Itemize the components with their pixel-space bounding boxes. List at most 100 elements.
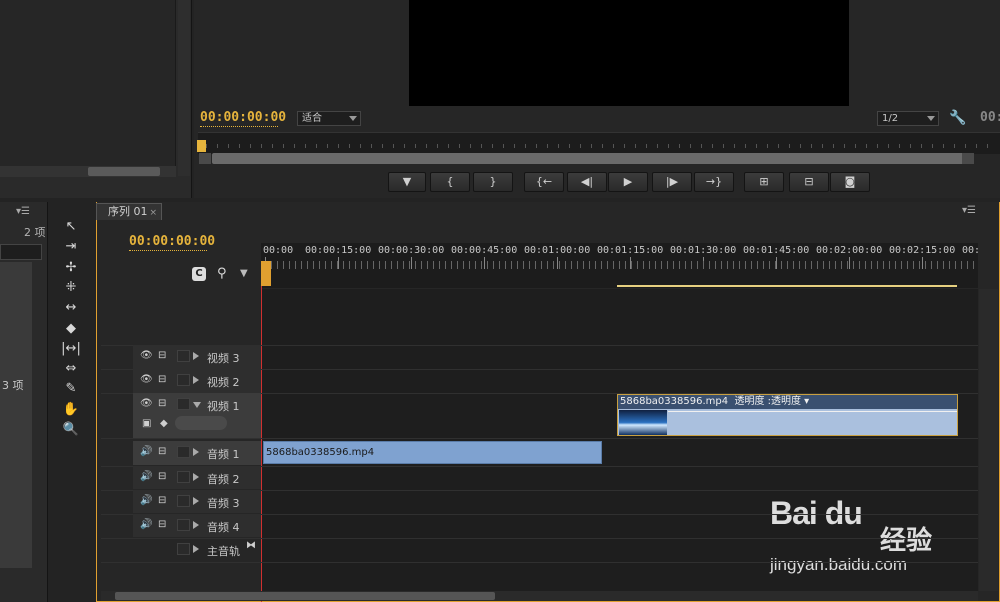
track-lock-toggle[interactable] xyxy=(177,374,190,386)
track-lock-toggle[interactable] xyxy=(177,398,190,410)
transport-mark-out-button[interactable]: } xyxy=(473,172,513,192)
slide-tool-icon: ⇔ xyxy=(65,361,77,377)
transport-go-to-in-button[interactable]: {← xyxy=(524,172,564,192)
eye-icon[interactable]: 👁 xyxy=(140,374,153,385)
sequence-timecode[interactable]: 00:00:00:00 xyxy=(129,234,215,249)
track-lock-toggle[interactable] xyxy=(177,446,190,458)
slide[interactable]: ⇔ xyxy=(60,360,82,378)
project-item-list[interactable] xyxy=(0,262,32,568)
mark-out-icon: } xyxy=(489,175,497,188)
monitor-zoom-right-handle[interactable] xyxy=(962,153,974,164)
transport-export-frame-button[interactable]: ◙ xyxy=(830,172,870,192)
ripple-edit[interactable]: ✢ xyxy=(60,259,82,277)
video-clip[interactable]: 5868ba0338596.mp4 透明度 :透明度 ▾ xyxy=(617,394,958,436)
monitor-playhead[interactable] xyxy=(197,140,206,152)
slip[interactable]: |↔| xyxy=(60,340,82,358)
speaker-icon[interactable]: 🔊 xyxy=(140,495,152,506)
audio-clip[interactable]: 5868ba0338596.mp4 xyxy=(263,441,602,464)
rolling-edit[interactable]: ⁜ xyxy=(60,279,82,297)
project-item-count: 2 项 xyxy=(24,226,46,239)
pen[interactable]: ✎ xyxy=(60,380,82,398)
speaker-icon[interactable]: 🔊 xyxy=(140,519,152,530)
wrench-icon[interactable]: 🔧 xyxy=(949,110,966,126)
expand-track-icon[interactable] xyxy=(193,497,199,505)
track-lock-toggle[interactable] xyxy=(177,471,190,483)
add-marker-icon[interactable]: ▼ xyxy=(240,268,248,279)
expand-track-icon[interactable] xyxy=(193,521,199,529)
sync-lock-icon[interactable]: ⊟ xyxy=(158,374,166,385)
monitor-zoom-left-handle[interactable] xyxy=(199,153,211,164)
transport-mark-in-button[interactable]: { xyxy=(430,172,470,192)
sync-lock-icon[interactable]: ⊟ xyxy=(158,495,166,506)
hand-tool-icon: ✋ xyxy=(62,401,80,417)
track-divider xyxy=(101,538,978,539)
audio-clip-filename: 5868ba0338596.mp4 xyxy=(266,447,375,458)
track-lock-toggle[interactable] xyxy=(177,495,190,507)
tab-label: 序列 01 xyxy=(108,205,148,218)
project-scroll-thumb[interactable] xyxy=(88,167,160,176)
transport-step-back-button[interactable]: ◀| xyxy=(567,172,607,192)
opacity-keyframe-line[interactable] xyxy=(668,411,957,412)
transport-add-marker-button[interactable]: ▼ xyxy=(388,172,426,192)
expand-track-icon[interactable] xyxy=(193,352,199,360)
speaker-icon[interactable]: 🔊 xyxy=(140,446,152,457)
expand-track-icon[interactable] xyxy=(193,376,199,384)
lift-icon: ⊞ xyxy=(759,175,769,188)
project-list-scrollbar[interactable] xyxy=(33,262,42,568)
fit-select[interactable]: 适合 xyxy=(297,111,361,126)
transport-extract-button[interactable]: ⊟ xyxy=(789,172,829,192)
transport-step-forward-button[interactable]: |▶ xyxy=(652,172,692,192)
resolution-select-value: 1/2 xyxy=(882,113,899,124)
track-lock-toggle[interactable] xyxy=(177,519,190,531)
zoom[interactable]: 🔍 xyxy=(60,421,82,439)
razor[interactable]: ◆ xyxy=(60,320,82,338)
monitor-zoom-bar[interactable] xyxy=(212,153,967,164)
display-style-icon[interactable]: ▣ xyxy=(142,418,151,429)
expand-track-icon[interactable] xyxy=(193,448,199,456)
project-vertical-scrollbar[interactable] xyxy=(178,0,190,176)
sync-lock-icon[interactable]: ⊟ xyxy=(158,519,166,530)
set-encore-marker-icon[interactable]: ⚲ xyxy=(217,266,227,281)
video-clip-effect[interactable]: 透明度 :透明度 ▾ xyxy=(734,396,809,407)
transport-go-to-out-button[interactable]: →} xyxy=(694,172,734,192)
transport-lift-button[interactable]: ⊞ xyxy=(744,172,784,192)
eye-icon[interactable]: 👁 xyxy=(140,398,153,409)
speaker-icon[interactable]: 🔊 xyxy=(140,471,152,482)
project-panel-top xyxy=(0,0,192,198)
close-icon[interactable]: × xyxy=(150,208,158,218)
project-view-select[interactable] xyxy=(0,244,42,260)
track-lock-toggle[interactable] xyxy=(177,350,190,362)
eye-icon[interactable]: 👁 xyxy=(140,350,153,361)
expand-track-icon[interactable] xyxy=(193,545,199,553)
keyframe-icon[interactable]: ◆ xyxy=(160,418,168,429)
collapse-track-icon[interactable] xyxy=(193,402,201,408)
timeline-vertical-scrollbar[interactable] xyxy=(979,289,998,591)
master-lock-toggle[interactable] xyxy=(177,543,190,555)
sync-lock-icon[interactable]: ⊟ xyxy=(158,471,166,482)
selection[interactable]: ↖ xyxy=(60,218,82,236)
sync-lock-icon[interactable]: ⊟ xyxy=(158,446,166,457)
rate-stretch[interactable]: ↔ xyxy=(60,299,82,317)
sync-lock-icon[interactable]: ⊟ xyxy=(158,350,166,361)
panel-menu-icon[interactable]: ▾☰ xyxy=(16,206,30,217)
timeline-playhead[interactable] xyxy=(261,261,271,286)
snap-icon[interactable]: C xyxy=(192,267,206,281)
tab-sequence-01[interactable]: 序列 01 × xyxy=(96,203,162,220)
expand-track-icon[interactable] xyxy=(193,473,199,481)
resolution-select[interactable]: 1/2 xyxy=(877,111,939,126)
monitor-time-ruler[interactable] xyxy=(198,132,1000,154)
timeline-scroll-thumb[interactable] xyxy=(115,592,495,600)
project-bin-view[interactable] xyxy=(0,0,176,176)
keyframe-navigator[interactable] xyxy=(175,416,227,430)
panel-menu-icon[interactable]: ▾☰ xyxy=(962,205,976,216)
bowtie-icon: ⧓ xyxy=(246,540,256,551)
transport-play-button[interactable]: ▶ xyxy=(608,172,648,192)
hand[interactable]: ✋ xyxy=(60,401,82,419)
monitor-timecode[interactable]: 00:00:00:00 xyxy=(200,110,286,125)
track-select[interactable]: ⇥ xyxy=(60,238,82,256)
work-area-bar[interactable] xyxy=(617,285,957,287)
extract-icon: ⊟ xyxy=(804,175,814,188)
sync-lock-icon[interactable]: ⊟ xyxy=(158,398,166,409)
timeline-ruler[interactable]: 00:00 00:00:15:00 00:00:30:00 00:00:45:00 00… xyxy=(261,243,980,288)
track-area[interactable] xyxy=(261,289,978,591)
